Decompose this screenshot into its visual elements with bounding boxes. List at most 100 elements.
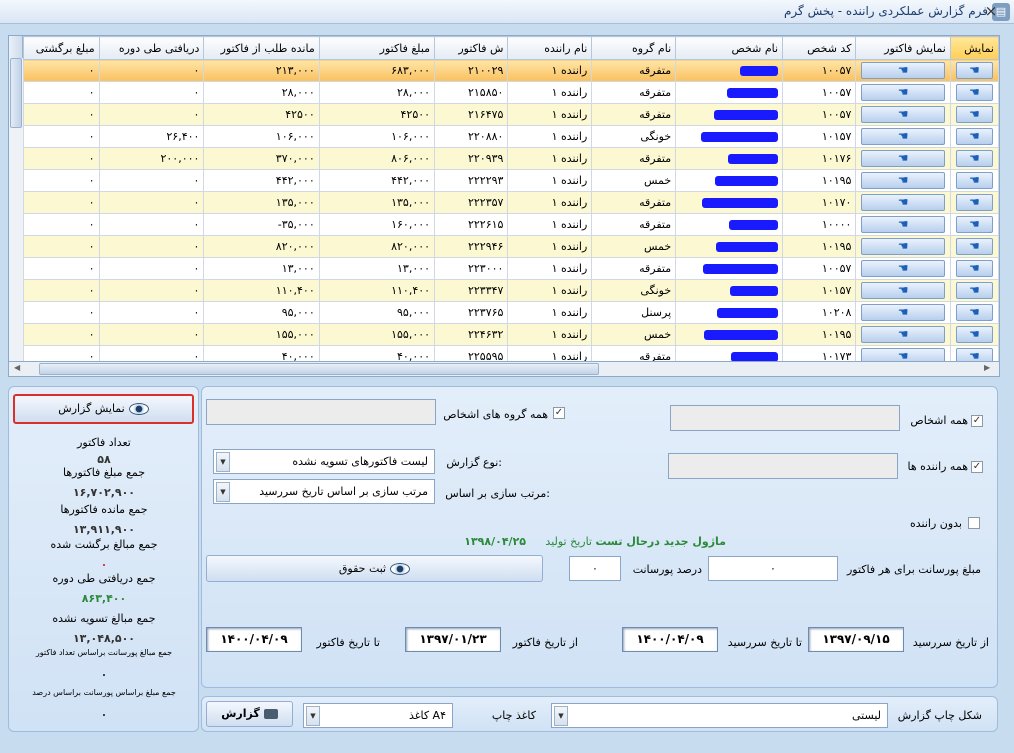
hand-pointer-icon[interactable]: ☚ [861,172,945,189]
column-header[interactable]: مبلغ فاکتور [318,36,436,60]
hand-pointer-icon[interactable]: ☚ [955,106,993,123]
hand-pointer-icon[interactable]: ☚ [861,62,945,79]
redacted-name-mark [727,88,779,98]
all-person-groups-checkbox[interactable]: ✓ [553,407,565,419]
table-row[interactable]: ☚ ☚ ۱۰۱۵۷ خونگی راننده ۱ ۲۲۳۳۴۷ ۱۱۰,۴۰۰ ۱۱۰,۴۰۰… [23,279,999,302]
cell-ret: ۰ [23,213,100,236]
hand-pointer-icon[interactable]: ☚ [861,106,945,123]
hand-pointer-icon[interactable]: ☚ [861,194,945,211]
table-row[interactable]: ☚ ☚ ۱۰۱۵۷ خونگی راننده ۱ ۲۲۰۸۸۰ ۱۰۶,۰۰۰ ۱۰۶,۰۰۰… [23,125,999,148]
horizontal-scrollbar[interactable]: ◀ ▶ [8,361,1000,377]
hand-pointer-icon[interactable]: ☚ [955,326,993,343]
cell-recv: ۰ [98,323,205,346]
cell-recv: ۲۰۰,۰۰۰ [98,147,205,170]
chevron-down-icon[interactable]: ▼ [554,706,568,726]
without-driver-checkbox[interactable] [968,517,980,529]
column-header[interactable]: نمایش فاکتور [855,36,951,60]
hand-pointer-icon[interactable]: ☚ [861,238,945,255]
column-header[interactable]: نام گروه [591,36,677,60]
cell-inv: ۲۲۳۳۴۷ [434,279,509,302]
all-drivers-checkbox[interactable]: ✓ [971,461,983,473]
hand-pointer-icon[interactable]: ☚ [955,172,993,189]
table-row[interactable]: ☚ ☚ ۱۰۱۷۶ متفرقه راننده ۱ ۲۲۰۹۳۹ ۸۰۶,۰۰۰ ۳۷۰,۰۰… [23,147,999,170]
hand-pointer-icon[interactable]: ☚ [955,128,993,145]
cell-ret: ۰ [23,323,100,346]
hand-pointer-icon[interactable]: ☚ [955,150,993,167]
horizontal-scroll-thumb[interactable] [39,363,599,375]
vertical-scrollbar[interactable] [9,58,23,376]
person-name-cell-redacted [675,279,784,302]
sort-select[interactable]: ▼ مرتب سازی بر اساس تاریخ سررسید [213,479,435,504]
commission-per-invoice-input[interactable]: ۰ [708,556,838,581]
commission-percent-input[interactable]: ۰ [569,556,621,581]
column-header[interactable]: ش فاکتور [434,36,509,60]
table-row[interactable]: ☚ ☚ ۱۰۲۰۸ پرسنل راننده ۱ ۲۲۳۷۶۵ ۹۵,۰۰۰ ۹۵,۰۰۰ ۰ ۰ [23,301,999,324]
report-button[interactable]: گزارش [206,701,293,727]
hand-pointer-icon[interactable]: ☚ [861,326,945,343]
cell-recv: ۰ [98,81,205,104]
column-header[interactable]: نمایش [949,36,999,60]
cell-ret: ۰ [23,125,100,148]
paper-select[interactable]: ▼ کاغذ A۴ [303,703,453,728]
table-row[interactable]: ☚ ☚ ۱۰۰۵۷ متفرقه راننده ۱ ۲۱۶۴۷۵ ۴۲۵۰۰ ۴۲۵۰۰ ۰ ۰ [23,103,999,126]
hand-pointer-icon[interactable]: ☚ [861,282,945,299]
table-row[interactable]: ☚ ☚ ۱۰۱۹۵ خمس راننده ۱ ۲۲۲۹۴۶ ۸۲۰,۰۰۰ ۸۲۰,۰۰۰ ۰ ۰ [23,235,999,258]
hand-pointer-icon[interactable]: ☚ [955,304,993,321]
column-header[interactable]: نام شخص [675,36,784,60]
chevron-down-icon[interactable]: ▼ [216,482,230,502]
table-row[interactable]: ☚ ☚ ۱۰۱۹۵ خمس راننده ۱ ۲۲۴۶۳۲ ۱۵۵,۰۰۰ ۱۵۵,۰۰۰ ۰ ۰ [23,323,999,346]
hand-pointer-icon[interactable]: ☚ [861,150,945,167]
vertical-scroll-thumb[interactable] [10,58,22,128]
hand-pointer-icon[interactable]: ☚ [955,216,993,233]
report-type-select[interactable]: ▼ لیست فاکتورهای تسویه نشده [213,449,435,474]
column-header[interactable]: مبلغ برگشتی [23,36,100,60]
hand-pointer-icon[interactable]: ☚ [861,260,945,277]
close-button[interactable]: × [978,1,1004,21]
hand-pointer-icon[interactable]: ☚ [955,260,993,277]
to-invoice-date-input[interactable]: ۱۴۰۰/۰۴/۰۹ [206,627,302,652]
all-persons-checkbox[interactable]: ✓ [971,415,983,427]
cell-amount: ۱۳,۰۰۰ [318,257,436,280]
from-due-date-input[interactable]: ۱۳۹۷/۰۹/۱۵ [808,627,904,652]
column-header[interactable]: نام راننده [507,36,593,60]
hand-pointer-icon[interactable]: ☚ [861,216,945,233]
person-group-field[interactable] [206,399,436,425]
table-row[interactable]: ☚ ☚ ۱۰۱۷۰ متفرقه راننده ۱ ۲۲۲۳۵۷ ۱۳۵,۰۰۰ ۱۳۵,۰۰… [23,191,999,214]
table-row[interactable]: ☚ ☚ ۱۰۰۵۷ متفرقه راننده ۱ ۲۲۳۰۰۰ ۱۳,۰۰۰ ۱۳,۰۰۰ ۰… [23,257,999,280]
person-name-cell-redacted [675,81,784,104]
eye-icon [128,403,149,415]
column-header[interactable]: دریافتی طی دوره [98,36,205,60]
column-header[interactable]: مانده طلب از فاکتور [203,36,320,60]
table-row[interactable]: ☚ ☚ ۱۰۰۰۰ متفرقه راننده ۱ ۲۲۲۶۱۵ ۱۶۰,۰۰۰ ۳۵,۰۰۰… [23,213,999,236]
scroll-left-arrow-icon[interactable]: ◀ [14,363,20,372]
hand-pointer-icon[interactable]: ☚ [955,62,993,79]
save-rights-button[interactable]: ثبت حقوق [206,555,543,582]
scroll-right-arrow-icon[interactable]: ▶ [984,363,990,372]
hand-pointer-icon[interactable]: ☚ [955,282,993,299]
driver-select-field[interactable] [668,453,898,479]
report-grid[interactable]: نمایش نمایش فاکتور کد شخص نام شخص نام گروه نا… [8,35,1000,377]
hand-pointer-icon[interactable]: ☚ [861,84,945,101]
chevron-down-icon[interactable]: ▼ [216,452,230,472]
table-row[interactable]: ☚ ☚ ۱۰۰۵۷ متفرقه راننده ۱ ۲۱۰۰۲۹ ۶۸۳,۰۰۰ ۲۱۳,۰۰… [23,59,999,82]
print-shape-select[interactable]: ▼ لیستی [551,703,888,728]
column-header[interactable]: کد شخص [782,36,857,60]
hand-pointer-icon[interactable]: ☚ [955,238,993,255]
cell-code: ۱۰۰۰۰ [782,213,857,236]
hand-pointer-icon[interactable]: ☚ [955,84,993,101]
to-due-date-input[interactable]: ۱۴۰۰/۰۴/۰۹ [622,627,718,652]
from-invoice-date-input[interactable]: ۱۳۹۷/۰۱/۲۳ [405,627,501,652]
redacted-name-mark [703,264,779,274]
cell-rem: ۲۱۳,۰۰۰ [203,59,320,82]
print-shape-label: شکل چاپ گزارش [897,709,982,722]
redacted-name-mark [701,132,779,142]
hand-pointer-icon[interactable]: ☚ [861,128,945,145]
hand-pointer-icon[interactable]: ☚ [955,194,993,211]
table-row[interactable]: ☚ ☚ ۱۰۰۵۷ متفرقه راننده ۱ ۲۱۵۸۵۰ ۲۸,۰۰۰ ۲۸,۰۰۰ ۰… [23,81,999,104]
hand-pointer-icon[interactable]: ☚ [861,304,945,321]
chevron-down-icon[interactable]: ▼ [306,706,320,726]
table-row[interactable]: ☚ ☚ ۱۰۱۹۵ خمس راننده ۱ ۲۲۲۲۹۳ ۴۴۲,۰۰۰ ۴۴۲,۰۰۰ ۰ ۰ [23,169,999,192]
show-report-button[interactable]: نمایش گزارش [13,394,194,424]
person-select-field[interactable] [670,405,900,431]
redacted-name-mark [715,176,779,186]
